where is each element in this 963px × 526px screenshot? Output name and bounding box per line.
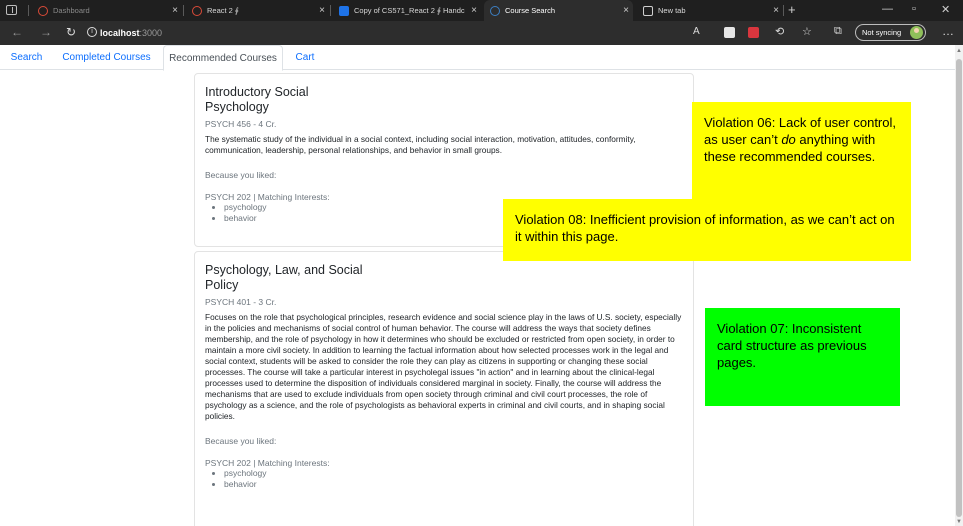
tab-recommended-courses[interactable]: Recommended Courses — [163, 45, 283, 71]
new-tab-button[interactable]: + — [788, 2, 796, 17]
close-tab-icon[interactable]: × — [619, 5, 633, 16]
docs-favicon-icon — [339, 5, 349, 16]
because-you-liked-label: Because you liked: — [205, 436, 277, 446]
course-description: Focuses on the role that psychological p… — [205, 312, 682, 421]
violation-07-note: Violation 07: Inconsistent card structur… — [705, 308, 900, 406]
tab-title: New tab — [658, 6, 686, 15]
interest-item: psychology — [224, 468, 683, 479]
interest-item: behavior — [224, 479, 683, 490]
course-title: Psychology, Law, and Social Policy — [205, 263, 363, 292]
react-favicon-icon — [192, 5, 202, 16]
address-bar[interactable]: localhost:3000 — [100, 28, 162, 38]
tab-react-2[interactable]: React 2 ∮ × — [186, 0, 329, 21]
close-tab-icon[interactable]: × — [315, 5, 329, 16]
tab-separator — [183, 5, 184, 16]
sync-label: Not syncing — [862, 28, 902, 37]
tab-separator — [330, 5, 331, 16]
scroll-thumb[interactable] — [956, 59, 962, 517]
course-card: Psychology, Law, and Social Policy PSYCH… — [194, 251, 694, 526]
tab-completed-courses[interactable]: Completed Courses — [55, 45, 158, 70]
window-menu-icon[interactable] — [6, 5, 17, 15]
close-tab-icon[interactable]: × — [168, 5, 182, 16]
browser-toolbar: ← → ↻ i localhost:3000 A ⟲ ☆ ⧉ Not synci… — [0, 21, 963, 45]
tab-separator — [28, 5, 29, 16]
extension-red-icon[interactable] — [748, 27, 759, 38]
browser-title-bar: Dashboard × React 2 ∮ × Copy of CS571_Re… — [0, 0, 963, 21]
url-host: localhost — [100, 28, 140, 38]
tab-title: Dashboard — [53, 6, 90, 15]
scroll-up-icon[interactable]: ▲ — [956, 48, 962, 54]
scroll-down-icon[interactable]: ▼ — [956, 519, 962, 525]
site-info-icon[interactable]: i — [87, 27, 97, 37]
violation-08-note: Violation 08: Inefficient provision of i… — [503, 199, 911, 261]
page-content: Search Completed Courses Recommended Cou… — [0, 45, 955, 526]
page-scrollbar[interactable]: ▲ ▼ — [955, 45, 963, 526]
tab-search[interactable]: Search — [4, 45, 49, 70]
tab-title: React 2 ∮ — [207, 6, 239, 15]
close-tab-icon[interactable]: × — [467, 5, 481, 16]
new-tab-favicon-icon — [643, 5, 653, 16]
close-tab-icon[interactable]: × — [769, 5, 783, 16]
collections-icon[interactable]: ⧉ — [834, 25, 842, 38]
profile-sync-button[interactable]: Not syncing — [855, 24, 926, 41]
violation-06-emphasis: do — [781, 132, 796, 147]
favorites-icon[interactable]: ☆ — [802, 25, 812, 38]
settings-more-icon[interactable]: … — [942, 24, 954, 38]
tab-course-search[interactable]: Course Search × — [484, 0, 633, 21]
extension-icon[interactable] — [724, 27, 735, 38]
interests-list: psychology behavior — [205, 468, 683, 490]
course-code-credits: PSYCH 401 - 3 Cr. — [205, 297, 277, 307]
tab-title: Course Search — [505, 6, 556, 15]
matching-interests-label: PSYCH 202 | Matching Interests: — [205, 458, 330, 468]
restore-icon[interactable]: ▫ — [912, 3, 916, 15]
close-window-icon[interactable]: ✕ — [941, 3, 950, 16]
extensions-puzzle-icon[interactable]: ⟲ — [775, 25, 784, 38]
forward-arrow-icon[interactable]: → — [40, 25, 52, 39]
course-description: The systematic study of the individual i… — [205, 134, 636, 155]
back-arrow-icon[interactable]: ← — [11, 25, 23, 39]
read-aloud-icon[interactable]: A — [693, 26, 700, 37]
dashboard-favicon-icon — [38, 5, 48, 16]
violation-06-note: Violation 06: Lack of user control, as u… — [692, 102, 911, 199]
tab-new-tab[interactable]: New tab × — [637, 0, 783, 21]
minimize-icon[interactable]: — — [882, 3, 893, 15]
course-title: Introductory Social Psychology — [205, 85, 309, 114]
nav-tabs: Search Completed Courses Recommended Cou… — [0, 45, 955, 71]
course-code-credits: PSYCH 456 - 4 Cr. — [205, 119, 277, 129]
tab-cart[interactable]: Cart — [285, 45, 325, 70]
react-app-favicon-icon — [490, 5, 500, 16]
tab-copy-of-cs571[interactable]: Copy of CS571_React 2 ∮ Handc × — [333, 0, 481, 21]
tab-title: Copy of CS571_React 2 ∮ Handc — [354, 6, 465, 15]
url-port: :3000 — [139, 28, 163, 38]
refresh-icon[interactable]: ↻ — [66, 25, 76, 39]
tab-dashboard[interactable]: Dashboard × — [32, 0, 182, 21]
because-you-liked-label: Because you liked: — [205, 170, 277, 180]
avatar — [910, 26, 923, 39]
tab-separator — [783, 5, 784, 16]
